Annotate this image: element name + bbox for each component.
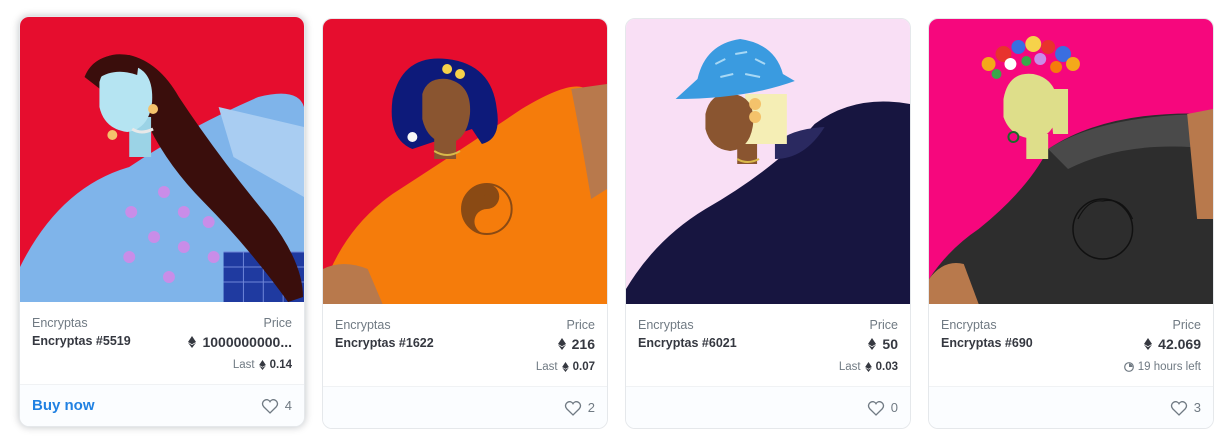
nft-name[interactable]: Encryptas #1622	[335, 336, 434, 350]
card-footer: 2	[323, 386, 607, 428]
heart-icon	[564, 400, 581, 416]
eth-icon	[561, 362, 569, 372]
eth-icon	[868, 338, 877, 350]
time-left-label: 19 hours left	[1137, 361, 1201, 373]
price: 50	[868, 336, 898, 352]
last-price: 0.07	[572, 361, 595, 373]
last-label: Last	[838, 361, 861, 373]
price: 216	[557, 336, 595, 352]
card-footer: Buy now 4	[20, 384, 304, 426]
last-price: 0.03	[875, 361, 898, 373]
last-price: 0.14	[269, 359, 292, 371]
collection-name[interactable]: Encryptas	[638, 318, 694, 332]
nft-image[interactable]	[323, 19, 607, 304]
eth-icon	[557, 338, 566, 350]
likes-count: 0	[890, 400, 898, 415]
price-label: Price	[263, 316, 292, 330]
card-info: Encryptas Encryptas #1622 Price 216 Last…	[323, 304, 607, 388]
nft-name[interactable]: Encryptas #6021	[638, 336, 737, 350]
buy-now-button[interactable]: Buy now	[32, 397, 95, 414]
eth-icon	[188, 336, 197, 348]
heart-icon	[1170, 400, 1187, 416]
favorite-button[interactable]: 0	[867, 400, 898, 416]
price-label: Price	[1172, 318, 1201, 332]
nft-image[interactable]	[929, 19, 1213, 304]
heart-icon	[261, 398, 278, 414]
nft-card[interactable]: Encryptas Encryptas #690 Price 42.069 19…	[928, 18, 1214, 429]
collection-name[interactable]: Encryptas	[32, 316, 88, 330]
likes-count: 4	[284, 398, 292, 413]
eth-icon	[1144, 338, 1153, 350]
last-label: Last	[535, 361, 558, 373]
card-info: Encryptas Encryptas #6021 Price 50 Last …	[626, 304, 910, 388]
price: 1000000000...	[188, 334, 292, 350]
price: 42.069	[1144, 336, 1201, 352]
last-sale: Last 0.14	[233, 359, 292, 371]
card-info: Encryptas Encryptas #690 Price 42.069 19…	[929, 304, 1213, 388]
nft-card[interactable]: Encryptas Encryptas #1622 Price 216 Last…	[322, 18, 608, 429]
last-sale: Last 0.03	[839, 361, 898, 373]
nft-card[interactable]: Encryptas Encryptas #5519 Price 10000000…	[19, 16, 305, 427]
nft-card[interactable]: Encryptas Encryptas #6021 Price 50 Last …	[625, 18, 911, 429]
price-label: Price	[566, 318, 595, 332]
nft-image[interactable]	[626, 19, 910, 304]
collection-name[interactable]: Encryptas	[941, 318, 997, 332]
nft-image[interactable]	[20, 17, 304, 302]
price-value: 50	[882, 336, 898, 352]
collection-name[interactable]: Encryptas	[335, 318, 391, 332]
time-left: 19 hours left	[1123, 361, 1201, 373]
favorite-button[interactable]: 3	[1170, 400, 1201, 416]
last-label: Last	[232, 359, 255, 371]
price-value: 216	[571, 336, 595, 352]
price-label: Price	[869, 318, 898, 332]
card-footer: 3	[929, 386, 1213, 428]
nft-name[interactable]: Encryptas #5519	[32, 334, 131, 348]
favorite-button[interactable]: 4	[261, 398, 292, 414]
likes-count: 2	[587, 400, 595, 415]
eth-icon	[864, 362, 872, 372]
favorite-button[interactable]: 2	[564, 400, 595, 416]
card-footer: 0	[626, 386, 910, 428]
likes-count: 3	[1193, 400, 1201, 415]
card-info: Encryptas Encryptas #5519 Price 10000000…	[20, 302, 304, 386]
last-sale: Last 0.07	[536, 361, 595, 373]
price-value: 1000000000...	[202, 334, 292, 350]
clock-icon	[1123, 362, 1134, 372]
nft-name[interactable]: Encryptas #690	[941, 336, 1033, 350]
price-value: 42.069	[1158, 336, 1201, 352]
heart-icon	[867, 400, 884, 416]
eth-icon	[258, 360, 266, 370]
